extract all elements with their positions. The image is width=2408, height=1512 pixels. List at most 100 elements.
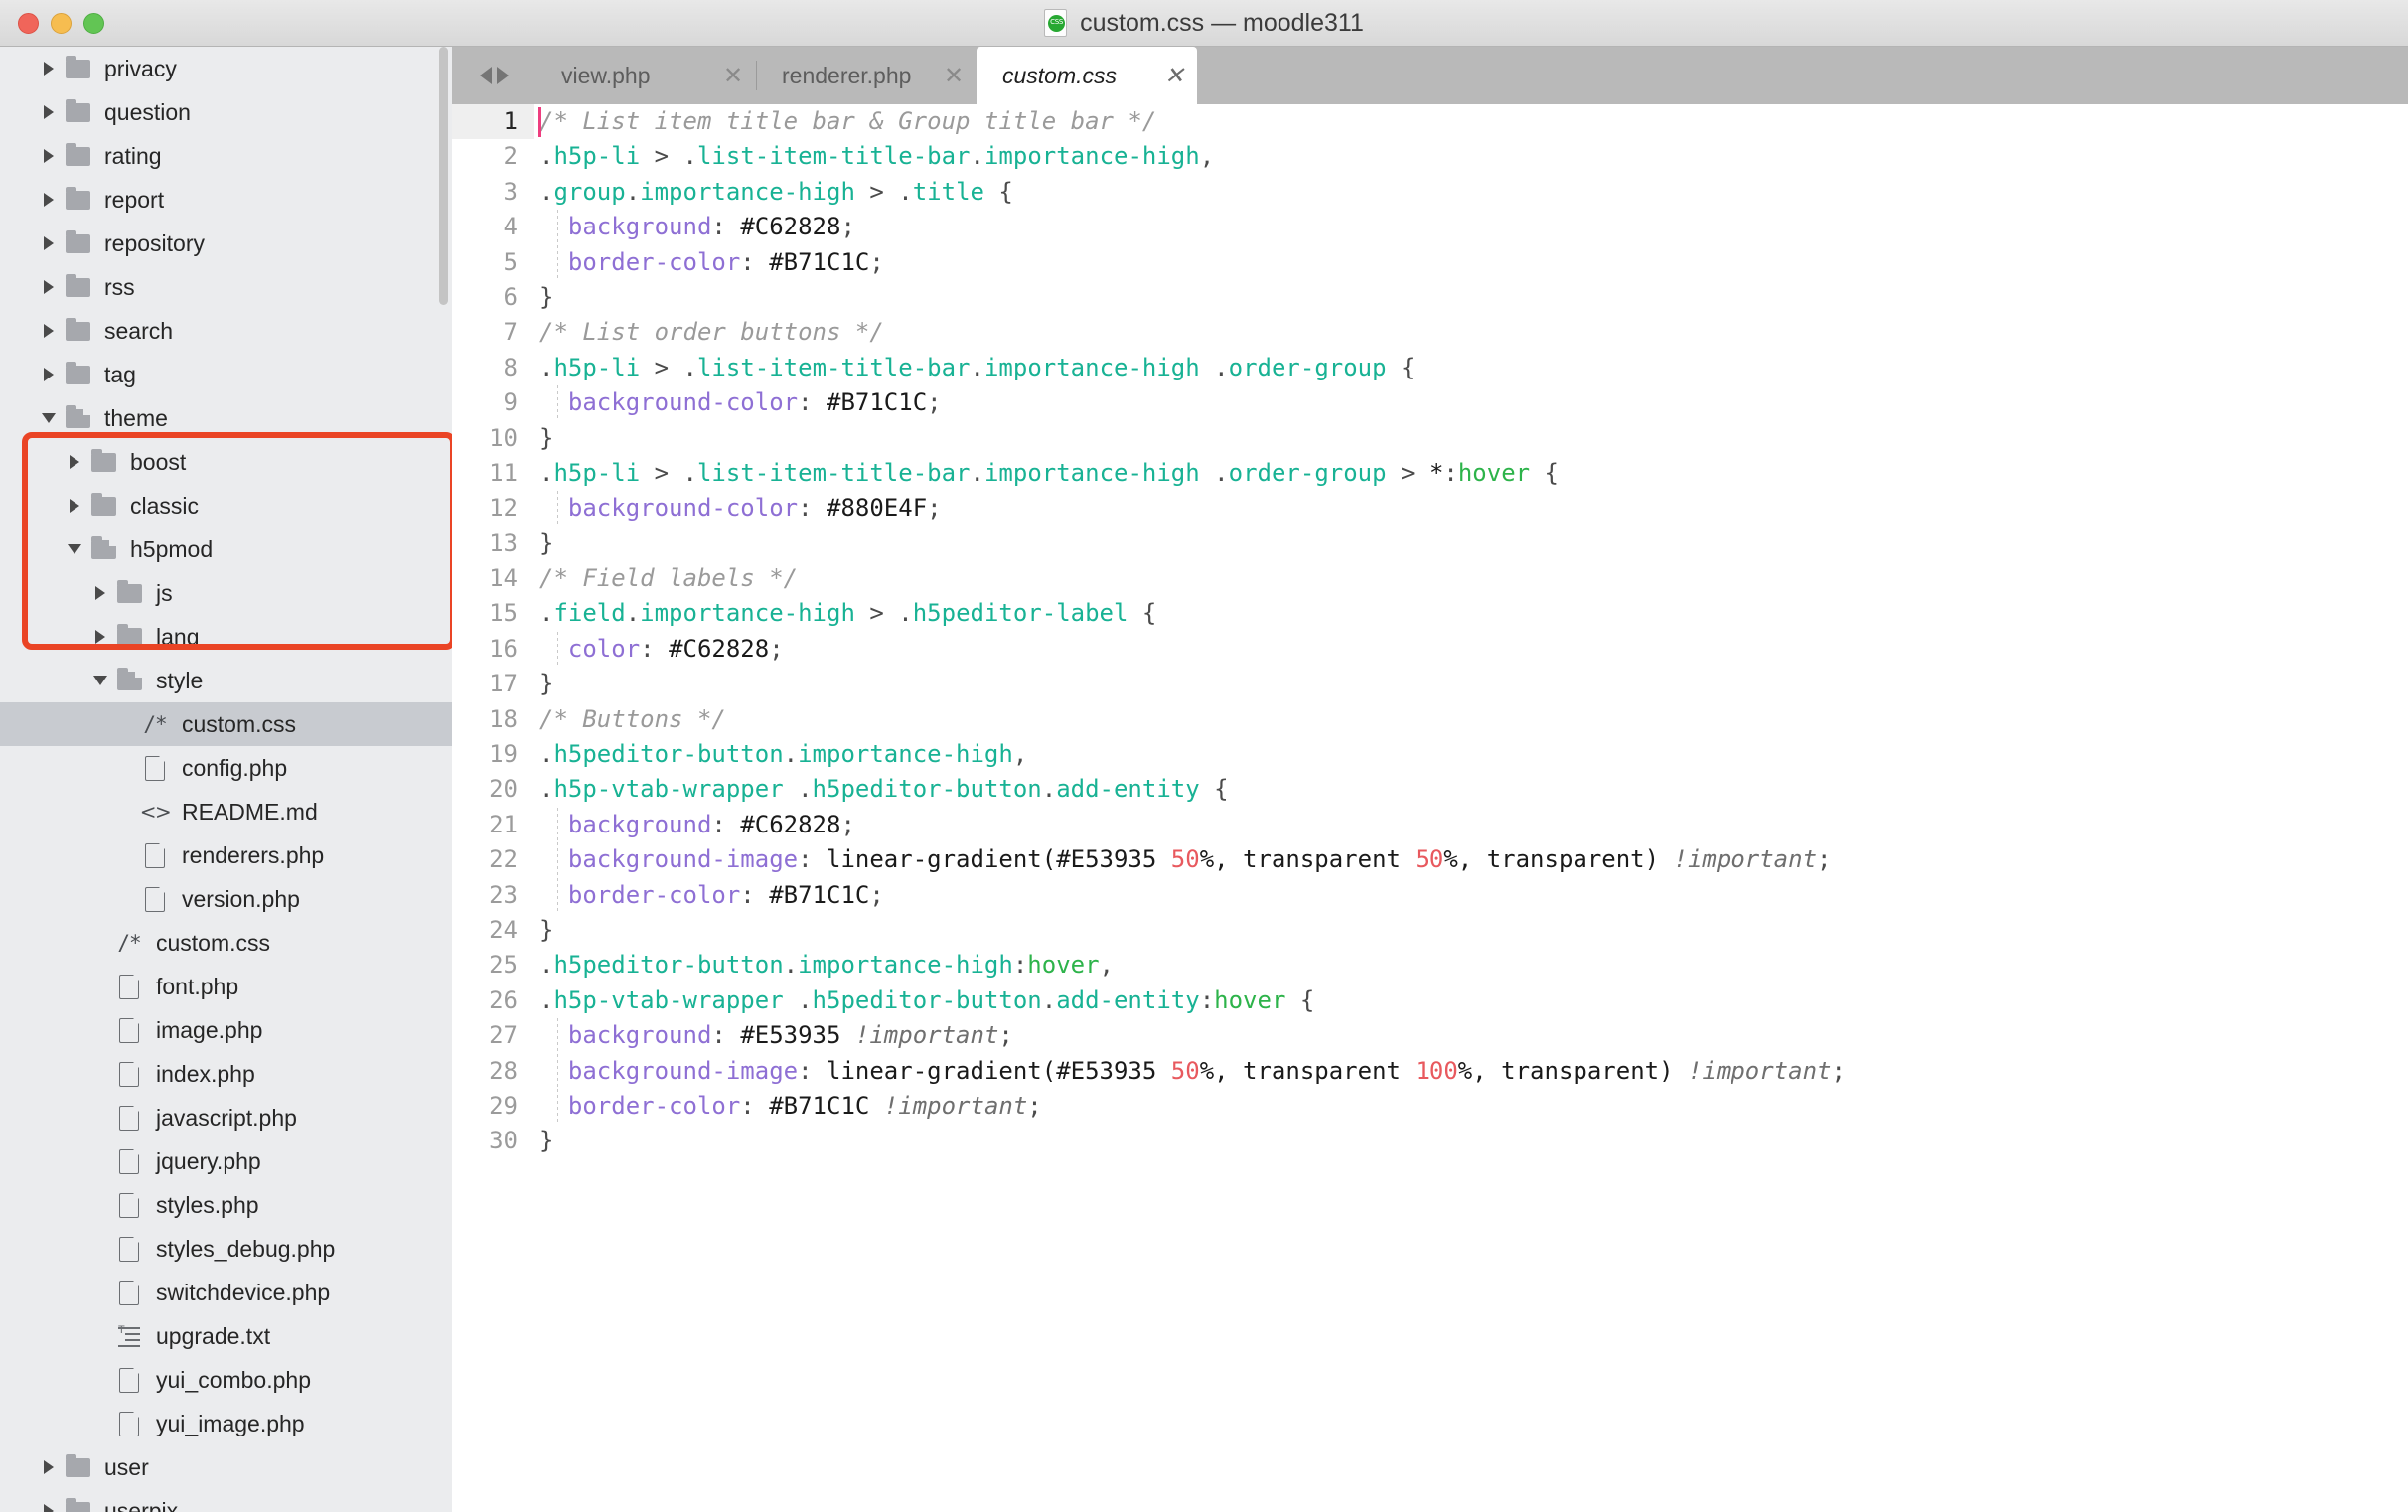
tree-item-rss[interactable]: rss: [0, 265, 452, 309]
tree-item-user[interactable]: user: [0, 1445, 452, 1489]
tree-item-index-php[interactable]: index.php: [0, 1052, 452, 1096]
code-line[interactable]: }: [534, 280, 2408, 315]
tree-item-userpix[interactable]: userpix: [0, 1489, 452, 1512]
tab-close-icon[interactable]: ✕: [1151, 62, 1197, 90]
code-token-val: #B71C1C: [827, 388, 928, 417]
disclosure-closed-icon[interactable]: [36, 1460, 62, 1474]
disclosure-closed-icon[interactable]: [36, 62, 62, 76]
code-line[interactable]: background: #C62828;: [534, 807, 2408, 843]
code-line[interactable]: background: #C62828;: [534, 210, 2408, 245]
back-arrow-icon[interactable]: [479, 67, 492, 84]
tree-item-jquery-php[interactable]: jquery.php: [0, 1139, 452, 1183]
forward-arrow-icon[interactable]: [496, 67, 509, 84]
tree-item-h5pmod[interactable]: h5pmod: [0, 528, 452, 571]
disclosure-open-icon[interactable]: [62, 544, 87, 554]
code-line[interactable]: border-color: #B71C1C;: [534, 244, 2408, 281]
tree-item-javascript-php[interactable]: javascript.php: [0, 1096, 452, 1139]
tree-item-custom-css[interactable]: /* custom.css: [0, 921, 452, 965]
code-line[interactable]: .h5p-li > .list-item-title-bar.importanc…: [534, 456, 2408, 491]
tree-item-config-php[interactable]: config.php: [0, 746, 452, 790]
tree-item-rating[interactable]: rating: [0, 134, 452, 178]
php-file-icon: [113, 1016, 145, 1043]
tree-item-question[interactable]: question: [0, 90, 452, 134]
code-line[interactable]: .h5peditor-button.importance-high,: [534, 737, 2408, 772]
disclosure-closed-icon[interactable]: [36, 280, 62, 294]
tree-item-README-md[interactable]: <> README.md: [0, 790, 452, 833]
tab-renderer-php[interactable]: renderer.php ✕: [756, 47, 977, 104]
tree-item-version-php[interactable]: version.php: [0, 877, 452, 921]
disclosure-closed-icon[interactable]: [36, 236, 62, 250]
code-line[interactable]: /* List item title bar & Group title bar…: [534, 104, 2408, 139]
file-tree-sidebar[interactable]: privacy question rating report repository rss…: [0, 47, 452, 1512]
tree-item-lang[interactable]: lang: [0, 615, 452, 659]
tab-close-icon[interactable]: ✕: [931, 62, 977, 90]
tree-item-classic[interactable]: classic: [0, 484, 452, 528]
tree-item-custom-css[interactable]: /* custom.css: [0, 702, 452, 746]
code-line[interactable]: .h5peditor-button.importance-high:hover,: [534, 948, 2408, 983]
disclosure-closed-icon[interactable]: [87, 630, 113, 644]
tab-view-php[interactable]: view.php ✕: [535, 47, 756, 104]
tree-item-font-php[interactable]: font.php: [0, 965, 452, 1008]
code-line[interactable]: .h5p-li > .list-item-title-bar.importanc…: [534, 351, 2408, 385]
tree-item-repository[interactable]: repository: [0, 222, 452, 265]
code-line[interactable]: .h5p-vtab-wrapper .h5peditor-button.add-…: [534, 772, 2408, 807]
code-line[interactable]: .field.importance-high > .h5peditor-labe…: [534, 596, 2408, 631]
code-line[interactable]: color: #C62828;: [534, 631, 2408, 668]
tree-item-tag[interactable]: tag: [0, 353, 452, 396]
disclosure-closed-icon[interactable]: [36, 324, 62, 338]
tree-item-label: config.php: [182, 754, 288, 781]
code-line[interactable]: background-image: linear-gradient(#E5393…: [534, 842, 2408, 878]
tree-item-theme[interactable]: theme: [0, 396, 452, 440]
tree-item-search[interactable]: search: [0, 309, 452, 353]
tree-item-privacy[interactable]: privacy: [0, 47, 452, 90]
disclosure-closed-icon[interactable]: [87, 586, 113, 600]
disclosure-open-icon[interactable]: [87, 676, 113, 685]
tree-item-upgrade-txt[interactable]: upgrade.txt: [0, 1314, 452, 1358]
tree-item-switchdevice-php[interactable]: switchdevice.php: [0, 1271, 452, 1314]
code-line[interactable]: }: [534, 913, 2408, 948]
code-line[interactable]: }: [534, 1124, 2408, 1158]
disclosure-open-icon[interactable]: [36, 413, 62, 423]
disclosure-closed-icon[interactable]: [36, 149, 62, 163]
code-line[interactable]: }: [534, 527, 2408, 561]
minimize-button[interactable]: [51, 13, 72, 34]
disclosure-closed-icon[interactable]: [62, 455, 87, 469]
close-button[interactable]: [18, 13, 39, 34]
tree-item-js[interactable]: js: [0, 571, 452, 615]
disclosure-closed-icon[interactable]: [36, 368, 62, 381]
disclosure-closed-icon[interactable]: [36, 193, 62, 207]
tab-close-icon[interactable]: ✕: [710, 62, 756, 90]
code-line[interactable]: .h5p-li > .list-item-title-bar.importanc…: [534, 139, 2408, 174]
tree-item-yui_combo-php[interactable]: yui_combo.php: [0, 1358, 452, 1402]
zoom-button[interactable]: [83, 13, 104, 34]
code-editor[interactable]: 1 2 3 4 5 6 7 8 9 10 11 12 13 14 15 16 17 18 19 20 21 22 23 24 2…: [452, 104, 2408, 1512]
code-line[interactable]: border-color: #B71C1C;: [534, 877, 2408, 914]
tree-item-report[interactable]: report: [0, 178, 452, 222]
tree-item-image-php[interactable]: image.php: [0, 1008, 452, 1052]
tab-nav-arrows[interactable]: [452, 47, 535, 104]
code-line[interactable]: background: #E53935 !important;: [534, 1018, 2408, 1054]
tree-item-yui_image-php[interactable]: yui_image.php: [0, 1402, 452, 1445]
code-content[interactable]: /* List item title bar & Group title bar…: [534, 104, 2408, 1512]
tree-item-styles-php[interactable]: styles.php: [0, 1183, 452, 1227]
code-line[interactable]: background-image: linear-gradient(#E5393…: [534, 1053, 2408, 1090]
code-line[interactable]: /* Field labels */: [534, 561, 2408, 596]
disclosure-closed-icon[interactable]: [36, 105, 62, 119]
tree-item-boost[interactable]: boost: [0, 440, 452, 484]
code-line[interactable]: /* List order buttons */: [534, 315, 2408, 350]
code-line[interactable]: /* Buttons */: [534, 702, 2408, 737]
sidebar-scrollbar[interactable]: [439, 47, 448, 305]
code-line[interactable]: .group.importance-high > .title {: [534, 175, 2408, 210]
code-line[interactable]: }: [534, 667, 2408, 701]
code-line[interactable]: border-color: #B71C1C !important;: [534, 1088, 2408, 1125]
tree-item-renderers-php[interactable]: renderers.php: [0, 833, 452, 877]
tree-item-style[interactable]: style: [0, 659, 452, 702]
code-line[interactable]: background-color: #B71C1C;: [534, 385, 2408, 421]
tab-custom-css[interactable]: custom.css ✕: [977, 47, 1197, 104]
tree-item-styles_debug-php[interactable]: styles_debug.php: [0, 1227, 452, 1271]
code-line[interactable]: .h5p-vtab-wrapper .h5peditor-button.add-…: [534, 983, 2408, 1018]
disclosure-closed-icon[interactable]: [62, 499, 87, 513]
code-line[interactable]: background-color: #880E4F;: [534, 491, 2408, 528]
code-line[interactable]: }: [534, 421, 2408, 456]
disclosure-closed-icon[interactable]: [36, 1504, 62, 1512]
